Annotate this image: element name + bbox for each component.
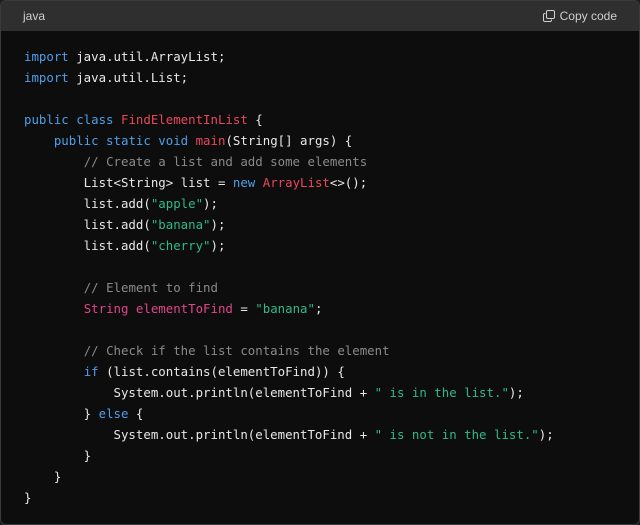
code-line: } <box>24 445 554 466</box>
copy-code-button[interactable]: Copy code <box>542 9 617 23</box>
code-token: } <box>24 406 99 421</box>
code-token: { <box>247 112 263 127</box>
code-token: ; <box>314 301 323 316</box>
code-token: else <box>98 406 129 421</box>
code-line: } else { <box>24 403 554 424</box>
language-label: java <box>23 9 46 23</box>
code-token: list.add( <box>24 217 151 232</box>
code-token: "apple" <box>150 196 204 211</box>
code-line: System.out.println(elementToFind + " is … <box>24 382 554 403</box>
code-token: // Check if the list contains the elemen… <box>83 343 390 358</box>
code-token: list.add( <box>24 196 151 211</box>
code-token: ArrayList <box>262 175 330 190</box>
code-token: " is not in the list." <box>374 427 539 442</box>
code-token: } <box>24 469 62 484</box>
code-token: "cherry" <box>150 238 211 253</box>
code-token: " is in the list." <box>374 385 509 400</box>
code-block: java Copy code import java.util.ArrayLis… <box>0 0 640 525</box>
code-block-header: java Copy code <box>1 1 639 31</box>
code-line: list.add("banana"); <box>24 214 554 235</box>
code-token: System.out.println(elementToFind + <box>24 427 375 442</box>
code-line: String elementToFind = "banana"; <box>24 298 554 319</box>
code-token: } <box>24 448 92 463</box>
code-token: "banana" <box>150 217 211 232</box>
code-token: String elementToFind <box>83 301 233 316</box>
code-line: List<String> list = new ArrayList<>(); <box>24 172 554 193</box>
code-token: list.add( <box>24 238 151 253</box>
code-token: import <box>24 49 69 64</box>
code-line: public class FindElementInList { <box>24 109 554 130</box>
code-line: if (list.contains(elementToFind)) { <box>24 361 554 382</box>
code-token: public class <box>24 112 114 127</box>
code-line: list.add("cherry"); <box>24 235 554 256</box>
code-line: // Check if the list contains the elemen… <box>24 340 554 361</box>
code-token: ); <box>508 385 524 400</box>
code-token: List<String> list = <box>24 175 233 190</box>
code-token: (String[] args) { <box>225 133 353 148</box>
code-token: java.util.List; <box>68 70 189 85</box>
copy-icon <box>542 10 555 22</box>
code-token: import <box>24 70 69 85</box>
code-token: ); <box>210 238 226 253</box>
code-line: // Element to find <box>24 277 554 298</box>
code-token: (list.contains(elementToFind)) { <box>98 364 345 379</box>
code-line: } <box>24 466 554 487</box>
code-token: ); <box>210 217 226 232</box>
code-line: } <box>24 487 554 508</box>
code-token: // Create a list and add some elements <box>83 154 368 169</box>
code-token: if <box>83 364 99 379</box>
code-token: } <box>24 490 32 505</box>
code-text: import java.util.ArrayList; import java.u… <box>24 46 554 508</box>
copy-code-label: Copy code <box>559 9 617 23</box>
code-body[interactable]: import java.util.ArrayList; import java.u… <box>1 31 639 524</box>
code-line: public static void main(String[] args) { <box>24 130 554 151</box>
code-token: // Element to find <box>83 280 218 295</box>
code-token: "banana" <box>255 301 315 316</box>
code-token: ); <box>203 196 218 211</box>
code-token: FindElementInList <box>121 112 248 127</box>
code-token: new <box>232 175 256 190</box>
code-token: main <box>195 133 226 148</box>
code-token: System.out.println(elementToFind + <box>24 385 375 400</box>
code-line: import java.util.List; <box>24 67 554 88</box>
code-token: = <box>232 301 256 316</box>
code-token: ); <box>538 427 554 442</box>
code-token: { <box>128 406 144 421</box>
code-token: java.util.ArrayList; <box>68 49 226 64</box>
code-token: public static void <box>53 133 189 148</box>
code-token: <>(); <box>329 175 368 190</box>
code-line: import java.util.ArrayList; <box>24 46 554 67</box>
code-line: // Create a list and add some elements <box>24 151 554 172</box>
code-line: System.out.println(elementToFind + " is … <box>24 424 554 445</box>
code-line: list.add("apple"); <box>24 193 554 214</box>
